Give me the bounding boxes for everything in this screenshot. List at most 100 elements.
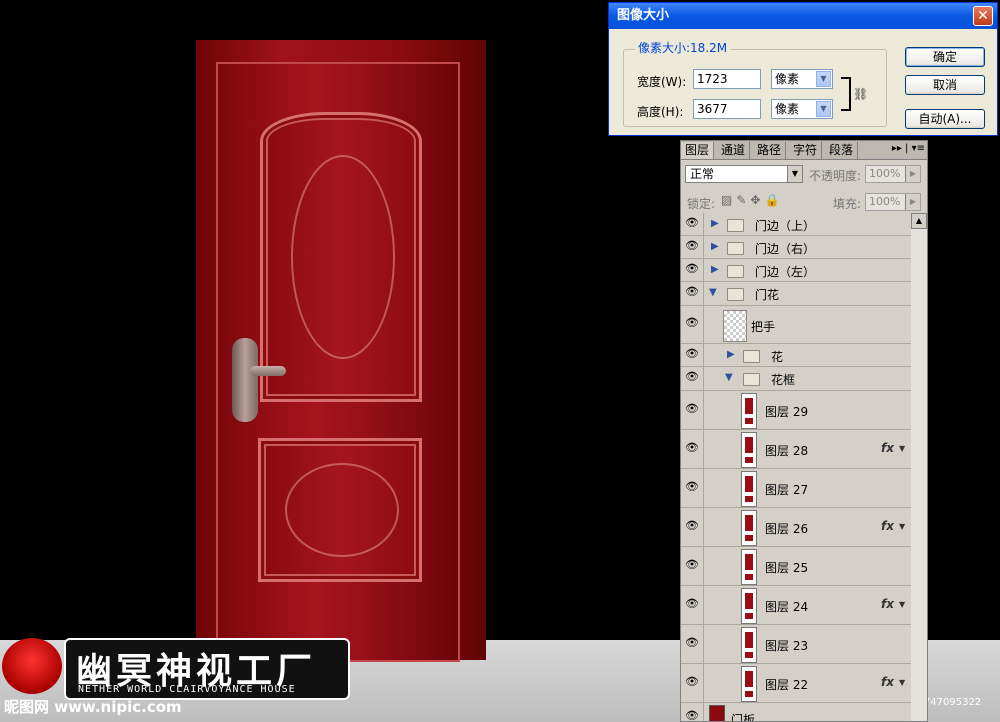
fill-label: 填充: <box>833 197 862 211</box>
eye-icon[interactable]: 👁 <box>683 558 701 576</box>
eye-icon[interactable]: 👁 <box>683 239 701 257</box>
panel-menu-icon[interactable]: ▸▸ | ▾≡ <box>892 143 925 154</box>
height-label: 高度(H): <box>637 105 684 119</box>
layer-row[interactable]: 👁 图层 25 <box>681 547 911 586</box>
width-unit-select[interactable]: 像素 ▼ <box>771 69 833 89</box>
eye-icon[interactable]: 👁 <box>683 262 701 280</box>
fx-icon[interactable]: fx <box>881 519 894 533</box>
layer-row[interactable]: 👁 图层 29 <box>681 391 911 430</box>
eye-icon[interactable]: 👁 <box>683 402 701 420</box>
layer-row[interactable]: 👁 把手 <box>681 306 911 344</box>
pixel-dimensions-label: 像素大小:18.2M <box>635 39 731 56</box>
height-unit-select[interactable]: 像素 ▼ <box>771 99 833 119</box>
chevron-right-icon[interactable]: ▶ <box>905 194 920 210</box>
layer-group-row[interactable]: 👁 ▶ 门边（上） <box>681 213 911 236</box>
height-input[interactable]: 3677 <box>693 99 761 119</box>
chevron-down-icon[interactable]: ▼ <box>899 600 905 609</box>
triangle-right-icon[interactable]: ▶ <box>711 241 719 252</box>
layer-group-row[interactable]: 👁 ▼ 花框 <box>681 367 911 391</box>
layer-group-row[interactable]: 👁 ▶ 门边（左） <box>681 259 911 282</box>
lock-options[interactable]: ▨✎✥🔒 <box>721 193 783 207</box>
chevron-right-icon[interactable]: ▶ <box>905 166 920 182</box>
layer-row[interactable]: 👁 图层 22 fx ▼ <box>681 664 911 703</box>
lock-label: 锁定: <box>687 197 716 211</box>
layer-row[interactable]: 👁 图层 27 <box>681 469 911 508</box>
tab-paths[interactable]: 路径 <box>753 142 787 159</box>
lock-all-icon[interactable]: 🔒 <box>764 193 783 207</box>
layer-group-row[interactable]: 👁 ▼ 门花 <box>681 282 911 306</box>
layer-name: 把手 <box>751 320 776 334</box>
layer-list: 👁 ▶ 门边（上） 👁 ▶ 门边（右） 👁 ▶ 门边（左） 👁 ▼ 门花 👁 把… <box>681 213 911 721</box>
fx-icon[interactable]: fx <box>881 675 894 689</box>
eye-icon[interactable]: 👁 <box>683 285 701 303</box>
triangle-right-icon[interactable]: ▶ <box>727 349 735 360</box>
layer-row[interactable]: 👁 图层 24 fx ▼ <box>681 586 911 625</box>
layer-name: 图层 25 <box>765 561 809 575</box>
door-upper-panel <box>260 112 422 402</box>
width-unit-value: 像素 <box>775 72 800 86</box>
fill-field[interactable]: 100% ▶ <box>865 193 921 211</box>
tab-layers[interactable]: 图层 <box>681 142 715 159</box>
layer-row[interactable]: 👁 图层 26 fx ▼ <box>681 508 911 547</box>
lock-move-icon[interactable]: ✥ <box>750 193 764 207</box>
eye-icon[interactable]: 👁 <box>683 675 701 693</box>
tab-channels[interactable]: 通道 <box>717 142 751 159</box>
tab-character[interactable]: 字符 <box>789 142 823 159</box>
fx-icon[interactable]: fx <box>881 441 894 455</box>
layer-group-row[interactable]: 👁 ▶ 花 <box>681 344 911 367</box>
layers-scrollbar[interactable]: ▲ <box>911 213 927 721</box>
eye-icon[interactable]: 👁 <box>683 347 701 365</box>
opacity-label: 不透明度: <box>809 169 862 183</box>
triangle-down-icon[interactable]: ▼ <box>725 372 733 383</box>
close-icon[interactable]: ✕ <box>973 6 993 26</box>
chevron-down-icon[interactable]: ▼ <box>899 522 905 531</box>
cancel-button[interactable]: 取消 <box>905 75 985 95</box>
width-label: 宽度(W): <box>637 75 687 89</box>
layer-name: 图层 23 <box>765 639 809 653</box>
folder-icon <box>727 288 744 301</box>
layer-name: 图层 29 <box>765 405 809 419</box>
width-input[interactable]: 1723 <box>693 69 761 89</box>
chevron-down-icon[interactable]: ▼ <box>899 678 905 687</box>
lock-brush-icon[interactable]: ✎ <box>736 193 750 207</box>
layer-thumbnail <box>741 627 757 663</box>
chevron-down-icon[interactable]: ▼ <box>899 444 905 453</box>
eye-icon[interactable]: 👁 <box>683 216 701 234</box>
blend-mode-select[interactable]: 正常 ▼ <box>685 165 803 183</box>
eye-icon[interactable]: 👁 <box>683 709 701 721</box>
triangle-down-icon[interactable]: ▼ <box>709 287 717 298</box>
eye-icon[interactable]: 👁 <box>683 316 701 334</box>
layer-thumbnail <box>741 471 757 507</box>
tab-paragraph[interactable]: 段落 <box>825 142 859 159</box>
chain-link-icon: ⛓ <box>853 87 869 101</box>
layer-name: 花框 <box>771 373 796 387</box>
triangle-right-icon[interactable]: ▶ <box>711 264 719 275</box>
layer-row[interactable]: 👁 图层 28 fx ▼ <box>681 430 911 469</box>
studio-logo: 幽冥神视工厂 NETHER WORLD CLAIRVOYANCE HOUSE <box>0 636 350 700</box>
scroll-up-icon[interactable]: ▲ <box>911 213 927 229</box>
lock-transparent-icon[interactable]: ▨ <box>721 193 736 207</box>
carving-ornament-upper <box>291 155 395 359</box>
layer-group-row[interactable]: 👁 ▶ 门边（右） <box>681 236 911 259</box>
eye-icon[interactable]: 👁 <box>683 441 701 459</box>
layer-row[interactable]: 👁 图层 23 <box>681 625 911 664</box>
layer-thumbnail <box>723 310 747 342</box>
folder-icon <box>727 265 744 278</box>
dialog-titlebar[interactable]: 图像大小 ✕ <box>609 3 997 29</box>
chevron-down-icon[interactable]: ▼ <box>787 166 802 182</box>
eye-icon[interactable]: 👁 <box>683 636 701 654</box>
eye-icon[interactable]: 👁 <box>683 370 701 388</box>
eye-icon[interactable]: 👁 <box>683 480 701 498</box>
fx-icon[interactable]: fx <box>881 597 894 611</box>
door-handle-lever <box>250 366 286 376</box>
eye-icon[interactable]: 👁 <box>683 597 701 615</box>
layer-row[interactable]: 👁 门板 <box>681 703 911 721</box>
opacity-field[interactable]: 100% ▶ <box>865 165 921 183</box>
auto-button[interactable]: 自动(A)... <box>905 109 985 129</box>
height-unit-value: 像素 <box>775 102 800 116</box>
triangle-right-icon[interactable]: ▶ <box>711 218 719 229</box>
ok-button[interactable]: 确定 <box>905 47 985 67</box>
eye-icon[interactable]: 👁 <box>683 519 701 537</box>
chevron-down-icon[interactable]: ▼ <box>816 71 831 87</box>
chevron-down-icon[interactable]: ▼ <box>816 101 831 117</box>
